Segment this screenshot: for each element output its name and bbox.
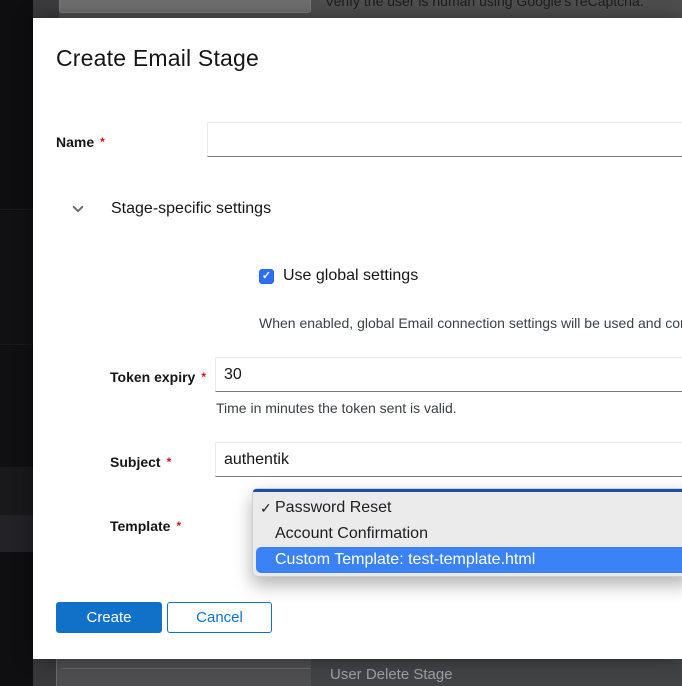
required-marker: * bbox=[201, 370, 206, 384]
token-expiry-input[interactable] bbox=[215, 357, 682, 392]
dimmed-row-text: User Delete Stage bbox=[330, 666, 453, 683]
dropdown-option-custom-template[interactable]: Custom Template: test-template.html bbox=[256, 547, 682, 573]
use-global-settings-help: When enabled, global Email connection se… bbox=[259, 315, 682, 331]
token-expiry-label: Token expiry* bbox=[110, 369, 206, 385]
required-marker: * bbox=[176, 519, 181, 533]
name-label: Name* bbox=[56, 134, 105, 150]
stage-settings-group-toggle[interactable]: Stage-specific settings bbox=[71, 196, 271, 222]
dimmed-divider bbox=[61, 668, 311, 669]
screen: Verify the user is human using Google's … bbox=[0, 0, 682, 686]
dimmed-background-top: Verify the user is human using Google's … bbox=[33, 0, 682, 18]
sidebar-segment bbox=[0, 211, 33, 345]
dimmed-panel bbox=[56, 659, 311, 686]
modal-title: Create Email Stage bbox=[56, 45, 259, 72]
sidebar-segment bbox=[0, 552, 33, 686]
dimmed-row-text: Verify the user is human using Google's … bbox=[325, 0, 644, 9]
selected-check-icon: ✓ bbox=[260, 495, 274, 521]
use-global-settings-row: ✓ Use global settings bbox=[259, 267, 418, 285]
use-global-settings-label: Use global settings bbox=[283, 267, 418, 285]
sidebar-segment bbox=[0, 468, 33, 515]
token-expiry-help: Time in minutes the token sent is valid. bbox=[216, 400, 457, 416]
dimmed-sidebar bbox=[0, 0, 33, 686]
subject-input[interactable] bbox=[215, 442, 682, 477]
chevron-down-icon bbox=[71, 202, 85, 216]
create-email-stage-modal: Create Email Stage Name* Stage-specific … bbox=[33, 18, 682, 659]
dimmed-cell-gap bbox=[33, 0, 59, 18]
dimmed-background-bottom: User Delete Stage bbox=[33, 659, 682, 686]
required-marker: * bbox=[100, 135, 105, 149]
cancel-button[interactable]: Cancel bbox=[167, 602, 272, 633]
create-button[interactable]: Create bbox=[56, 602, 162, 633]
popup-top-accent bbox=[253, 489, 682, 492]
template-label: Template* bbox=[110, 518, 181, 534]
dropdown-option-password-reset[interactable]: ✓ Password Reset bbox=[253, 495, 682, 521]
required-marker: * bbox=[167, 455, 172, 469]
use-global-settings-checkbox[interactable]: ✓ bbox=[259, 269, 274, 284]
dropdown-option-account-confirmation[interactable]: Account Confirmation bbox=[253, 521, 682, 547]
subject-label: Subject* bbox=[110, 454, 171, 470]
sidebar-segment bbox=[0, 346, 33, 468]
sidebar-segment bbox=[0, 0, 33, 210]
sidebar-segment bbox=[0, 515, 33, 552]
dimmed-card bbox=[59, 0, 311, 13]
group-title: Stage-specific settings bbox=[111, 200, 271, 218]
name-input[interactable] bbox=[207, 122, 682, 157]
template-dropdown-popup: ✓ Password Reset Account Confirmation Cu… bbox=[252, 488, 682, 577]
dimmed-cell-gap bbox=[33, 659, 56, 686]
